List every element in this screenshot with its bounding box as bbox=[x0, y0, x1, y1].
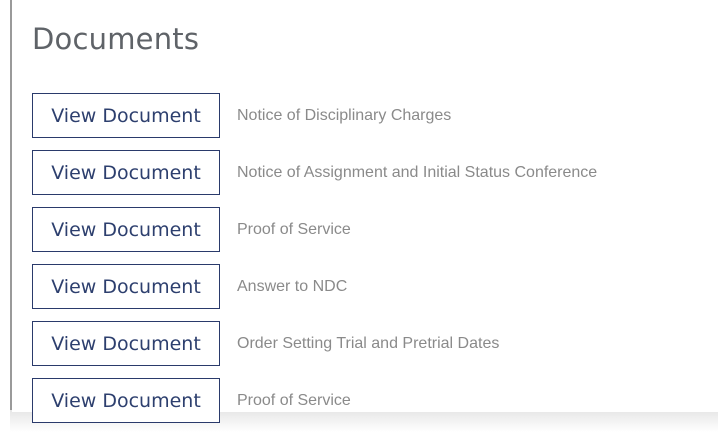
document-title: Notice of Assignment and Initial Status … bbox=[237, 163, 598, 181]
documents-panel: Documents View Document Notice of Discip… bbox=[12, 0, 718, 423]
document-title: Notice of Disciplinary Charges bbox=[237, 106, 452, 124]
document-row: View Document Answer to NDC bbox=[32, 264, 597, 309]
view-document-button[interactable]: View Document bbox=[32, 93, 220, 138]
document-row: View Document Proof of Service bbox=[32, 207, 597, 252]
view-document-button[interactable]: View Document bbox=[32, 207, 220, 252]
document-row: View Document Proof of Service bbox=[32, 378, 597, 423]
document-title: Proof of Service bbox=[237, 220, 351, 238]
view-document-button[interactable]: View Document bbox=[32, 150, 220, 195]
document-title: Answer to NDC bbox=[237, 277, 348, 295]
document-row: View Document Notice of Assignment and I… bbox=[32, 150, 597, 195]
view-document-button[interactable]: View Document bbox=[32, 264, 220, 309]
document-title: Proof of Service bbox=[237, 391, 351, 409]
documents-window: Documents View Document Notice of Discip… bbox=[0, 0, 718, 432]
document-title: Order Setting Trial and Pretrial Dates bbox=[237, 334, 500, 352]
view-document-button[interactable]: View Document bbox=[32, 378, 220, 423]
section-title: Documents bbox=[32, 22, 200, 56]
view-document-button[interactable]: View Document bbox=[32, 321, 220, 366]
document-list: View Document Notice of Disciplinary Cha… bbox=[32, 93, 597, 435]
document-row: View Document Notice of Disciplinary Cha… bbox=[32, 93, 597, 138]
document-row: View Document Order Setting Trial and Pr… bbox=[32, 321, 597, 366]
